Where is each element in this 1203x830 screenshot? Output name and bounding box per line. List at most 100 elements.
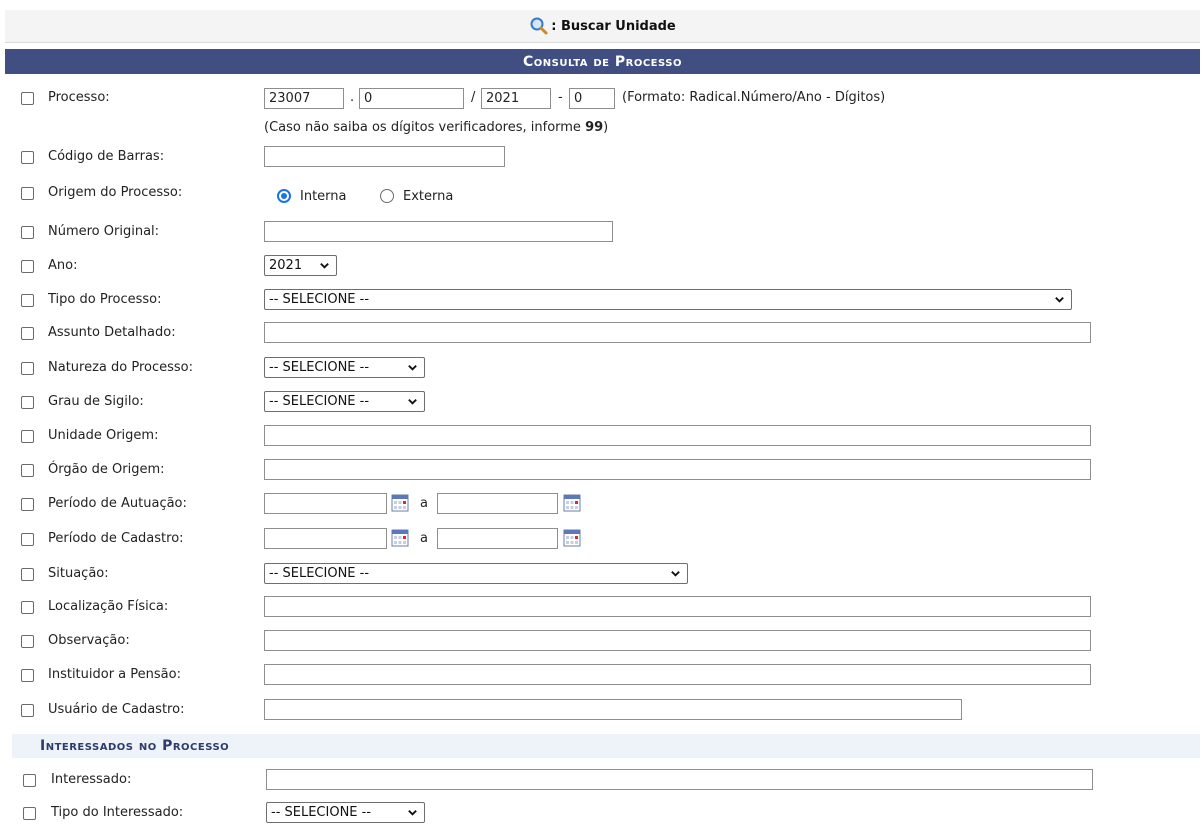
row-codigo-barras: Código de Barras: [0, 146, 1203, 174]
codigo-barras-checkbox[interactable] [21, 151, 34, 164]
row-usuario: Usuário de Cadastro: [0, 699, 1203, 727]
processo-radical-input[interactable]: 23007 [264, 88, 344, 109]
buscar-unidade-link[interactable]: : Buscar Unidade [551, 19, 676, 34]
origem-interna-label[interactable]: Interna [300, 189, 347, 204]
tipo-interessado-select[interactable]: -- SELECIONE -- [266, 802, 425, 823]
periodo-autuacao-inicio-input[interactable] [264, 493, 387, 514]
processo-ano-input[interactable]: 2021 [481, 88, 551, 109]
situacao-checkbox[interactable] [21, 568, 34, 581]
periodo-autuacao-sep: a [420, 496, 428, 511]
instituidor-input[interactable] [264, 664, 1091, 685]
processo-label: Processo: [48, 90, 110, 105]
ano-checkbox[interactable] [21, 260, 34, 273]
interessado-checkbox[interactable] [23, 774, 36, 787]
tipo-processo-select-value: -- SELECIONE -- [269, 292, 370, 307]
calendar-icon[interactable] [563, 529, 581, 547]
natureza-checkbox[interactable] [21, 362, 34, 375]
unidade-origem-input[interactable] [264, 425, 1091, 446]
orgao-origem-input[interactable] [264, 459, 1091, 480]
localizacao-input[interactable] [264, 596, 1091, 617]
interessado-input[interactable] [266, 769, 1093, 790]
row-orgao-origem: Órgão de Origem: [0, 459, 1203, 487]
orgao-origem-label: Órgão de Origem: [48, 462, 165, 477]
sigilo-select[interactable]: -- SELECIONE -- [264, 391, 425, 412]
periodo-cadastro-fim-input[interactable] [437, 528, 558, 549]
row-tipo-processo: Tipo do Processo: -- SELECIONE -- [0, 289, 1203, 317]
unidade-origem-label: Unidade Origem: [48, 428, 159, 443]
processo-numero-input[interactable]: 0 [359, 88, 464, 109]
tipo-interessado-checkbox[interactable] [23, 807, 36, 820]
calendar-icon[interactable] [391, 529, 409, 547]
orgao-origem-checkbox[interactable] [21, 464, 34, 477]
periodo-autuacao-fim-input[interactable] [437, 493, 558, 514]
interessado-label: Interessado: [51, 772, 132, 787]
chevron-down-icon [671, 571, 680, 577]
periodo-cadastro-sep: a [420, 531, 428, 546]
calendar-icon[interactable] [391, 494, 409, 512]
calendar-icon[interactable] [563, 494, 581, 512]
row-situacao: Situação: -- SELECIONE -- [0, 563, 1203, 591]
chevron-down-icon [408, 810, 417, 816]
header-title: Consulta de Processo [523, 53, 682, 70]
periodo-autuacao-checkbox[interactable] [21, 498, 34, 511]
localizacao-checkbox[interactable] [21, 601, 34, 614]
numero-original-checkbox[interactable] [21, 226, 34, 239]
row-ano: Ano: 2021 [0, 255, 1203, 283]
periodo-cadastro-checkbox[interactable] [21, 533, 34, 546]
row-tipo-interessado: Tipo do Interessado: -- SELECIONE -- [0, 802, 1203, 830]
row-periodo-cadastro: Período de Cadastro: a [0, 528, 1203, 556]
instituidor-checkbox[interactable] [21, 669, 34, 682]
instituidor-label: Instituidor a Pensão: [48, 667, 181, 682]
usuario-checkbox[interactable] [21, 704, 34, 717]
row-instituidor: Instituidor a Pensão: [0, 664, 1203, 692]
consulta-processo-header: Consulta de Processo [5, 49, 1200, 74]
codigo-barras-input[interactable] [264, 146, 505, 167]
processo-checkbox[interactable] [21, 92, 34, 105]
observacao-label: Observação: [48, 633, 130, 648]
buscar-unidade-bar[interactable]: : Buscar Unidade [5, 10, 1200, 43]
processo-digitos-input[interactable]: 0 [569, 88, 615, 109]
assunto-checkbox[interactable] [21, 327, 34, 340]
row-assunto: Assunto Detalhado: [0, 322, 1203, 350]
origem-interna-radio[interactable] [277, 189, 291, 203]
observacao-input[interactable] [264, 630, 1091, 651]
codigo-barras-label: Código de Barras: [48, 149, 165, 164]
row-interessado: Interessado: [0, 769, 1203, 797]
natureza-select[interactable]: -- SELECIONE -- [264, 357, 425, 378]
chevron-down-icon [320, 263, 329, 269]
numero-original-input[interactable] [264, 221, 613, 242]
row-numero-original: Número Original: [0, 221, 1203, 249]
unidade-origem-checkbox[interactable] [21, 430, 34, 443]
ano-select-value: 2021 [269, 258, 303, 273]
ano-select[interactable]: 2021 [264, 255, 337, 276]
observacao-checkbox[interactable] [21, 635, 34, 648]
row-localizacao: Localização Física: [0, 596, 1203, 624]
assunto-input[interactable] [264, 322, 1091, 343]
row-periodo-autuacao: Período de Autuação: a [0, 493, 1203, 521]
sigilo-select-value: -- SELECIONE -- [269, 394, 370, 409]
origem-externa-radio[interactable] [380, 189, 394, 203]
sigilo-checkbox[interactable] [21, 396, 34, 409]
row-origem: Origem do Processo: Interna Externa [0, 182, 1203, 210]
row-processo: Processo: 23007 . 0 / 2021 - 0 (Formato:… [0, 88, 1203, 116]
tipo-processo-select[interactable]: -- SELECIONE -- [264, 289, 1072, 310]
sep-slash: / [471, 90, 476, 105]
periodo-cadastro-label: Período de Cadastro: [48, 531, 184, 546]
origem-externa-label[interactable]: Externa [403, 189, 453, 204]
chevron-down-icon [408, 399, 417, 405]
origem-label: Origem do Processo: [48, 185, 183, 200]
tipo-interessado-label: Tipo do Interessado: [51, 805, 184, 820]
row-sigilo: Grau de Sigilo: -- SELECIONE -- [0, 391, 1203, 419]
tipo-processo-checkbox[interactable] [21, 294, 34, 307]
interessados-subheader: Interessados no Processo [12, 734, 1200, 758]
tipo-interessado-select-value: -- SELECIONE -- [271, 805, 372, 820]
periodo-autuacao-label: Período de Autuação: [48, 496, 187, 511]
processo-digitos-hint: (Caso não saiba os dígitos verificadores… [264, 120, 609, 135]
usuario-input[interactable] [264, 699, 962, 720]
usuario-label: Usuário de Cadastro: [48, 702, 185, 717]
origem-checkbox[interactable] [21, 187, 34, 200]
natureza-select-value: -- SELECIONE -- [269, 360, 370, 375]
situacao-select[interactable]: -- SELECIONE -- [264, 563, 688, 584]
assunto-label: Assunto Detalhado: [48, 325, 176, 340]
periodo-cadastro-inicio-input[interactable] [264, 528, 387, 549]
